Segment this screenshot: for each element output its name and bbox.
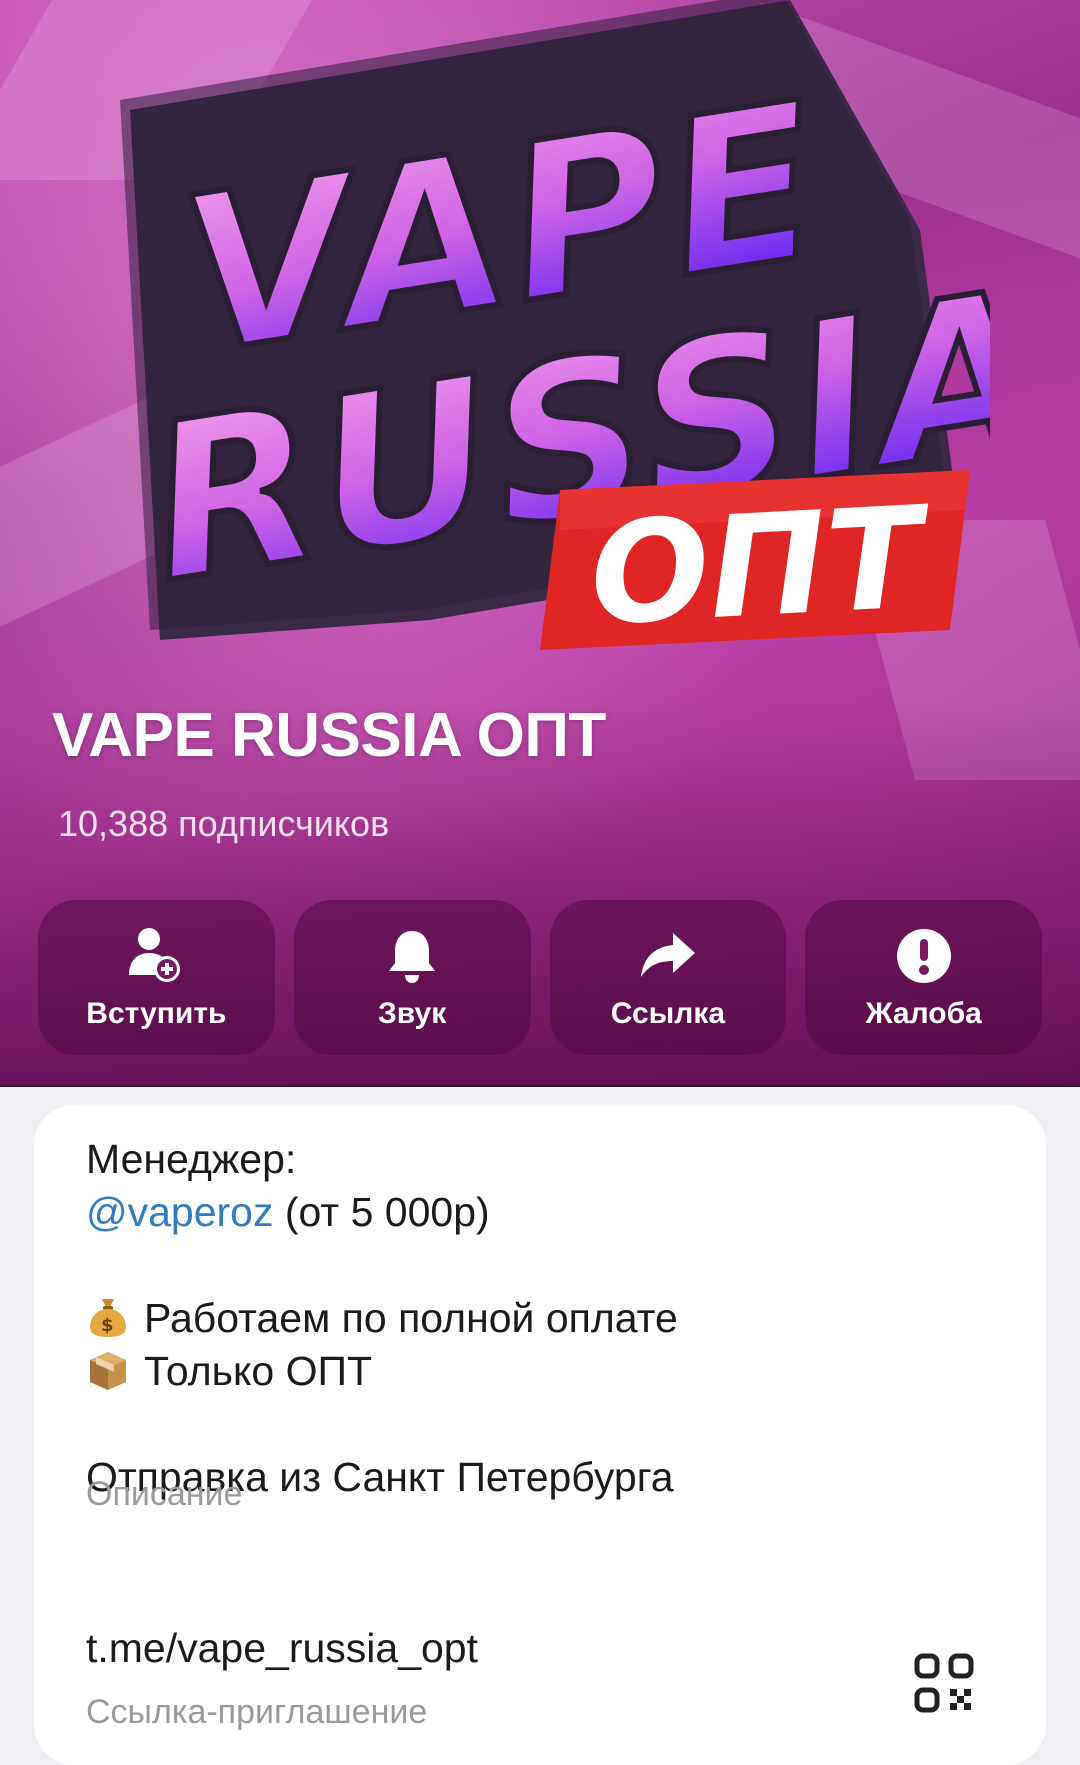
channel-logo: VAPE RUSSIA ОПТ: [120, 0, 990, 658]
mention-suffix: (от 5 000р): [273, 1189, 490, 1235]
wholesale-text: Только ОПТ: [144, 1348, 373, 1394]
report-label: Жалоба: [865, 996, 982, 1030]
package-icon: [86, 1348, 130, 1392]
bell-icon: [381, 925, 443, 987]
exclamation-icon: [893, 925, 955, 987]
share-button[interactable]: Ссылка: [549, 900, 787, 1055]
channel-title: VAPE RUSSIA ОПТ: [52, 701, 606, 770]
join-label: Вступить: [86, 996, 227, 1030]
description-caption: Описание: [86, 1475, 243, 1513]
description-line: Только ОПТ: [86, 1345, 678, 1398]
invite-caption: Ссылка-приглашение: [86, 1693, 428, 1731]
money-bag-icon: $: [86, 1295, 130, 1339]
subscriber-count: 10,388 подписчиков: [58, 803, 390, 844]
channel-info-card: Менеджер: @vaperoz (от 5 000р) $ Работаем…: [34, 1105, 1046, 1765]
channel-header: VAPE RUSSIA ОПТ VAPE RUSSIA ОПТ 10,388 п…: [0, 0, 1080, 1085]
qr-code-icon[interactable]: [914, 1653, 974, 1713]
header-divider: [0, 1085, 1080, 1087]
description-line: Менеджер:: [86, 1136, 297, 1182]
manager-mention-link[interactable]: @vaperoz: [86, 1189, 273, 1235]
action-bar: Вступить Звук Ссылка Жалоба: [38, 900, 1042, 1055]
add-user-icon: [125, 925, 187, 987]
share-label: Ссылка: [610, 996, 726, 1030]
report-button[interactable]: Жалоба: [805, 900, 1042, 1055]
svg-text:$: $: [101, 1315, 114, 1336]
description-line: $ Работаем по полной оплате: [86, 1292, 678, 1345]
description-line: @vaperoz (от 5 000р): [86, 1186, 678, 1239]
join-button[interactable]: Вступить: [38, 900, 275, 1055]
sound-label: Звук: [378, 996, 447, 1030]
share-arrow-icon: [637, 925, 699, 987]
invite-link[interactable]: t.me/vape_russia_opt: [86, 1625, 478, 1672]
svg-text:ОПТ: ОПТ: [586, 477, 935, 658]
payment-text: Работаем по полной оплате: [144, 1295, 678, 1341]
channel-description: Менеджер: @vaperoz (от 5 000р) $ Работаем…: [86, 1133, 678, 1504]
sound-button[interactable]: Звук: [293, 900, 531, 1055]
